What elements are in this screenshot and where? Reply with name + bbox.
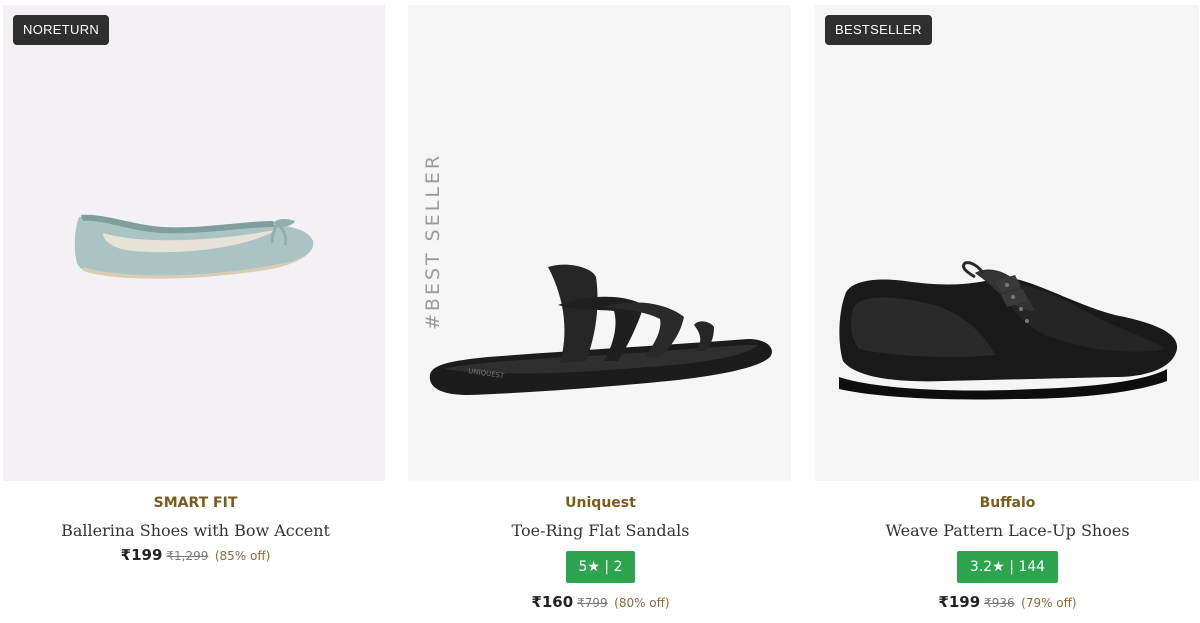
ballerina-shoe-icon — [74, 214, 314, 279]
product-image[interactable]: UNIQUEST #BEST SELLER — [408, 5, 791, 481]
discount-text: (85% off) — [214, 549, 271, 563]
selling-price: ₹199 — [938, 593, 981, 611]
mrp-price: ₹1,299 — [166, 549, 209, 563]
selling-price: ₹160 — [531, 593, 574, 611]
rating-badge: 3.2★ | 144 — [956, 551, 1059, 583]
product-price: ₹199 ₹1,299 (85% off) — [3, 546, 388, 564]
best-seller-watermark: #BEST SELLER — [422, 152, 444, 330]
product-brand: Buffalo — [979, 495, 1036, 511]
product-card[interactable]: BESTSELLER Buffalo Weave Pattern Lace-Up… — [815, 0, 1200, 623]
discount-text: (80% off) — [614, 596, 670, 610]
product-name[interactable]: Toe-Ring Flat Sandals — [408, 516, 793, 546]
product-info: SMART FIT Ballerina Shoes with Bow Accen… — [3, 492, 388, 564]
rating-badge: 5★ | 2 — [565, 551, 636, 583]
selling-price: ₹199 — [120, 546, 163, 564]
product-price: ₹160 ₹799 (80% off) — [408, 593, 793, 611]
toe-ring-sandal-icon: UNIQUEST — [429, 264, 772, 395]
product-grid: NORETURN SMART FIT Ballerina Shoes with … — [0, 0, 1200, 623]
product-card[interactable]: UNIQUEST #BEST SELLER Uniquest Toe-Ring … — [408, 0, 793, 623]
product-name[interactable]: Weave Pattern Lace-Up Shoes — [815, 516, 1200, 546]
mrp-price: ₹799 — [577, 596, 608, 610]
product-image[interactable]: NORETURN — [3, 5, 385, 481]
bestseller-badge: BESTSELLER — [825, 15, 932, 45]
discount-text: (79% off) — [1021, 596, 1077, 610]
product-brand: SMART FIT — [153, 495, 238, 511]
lace-up-shoe-icon — [839, 261, 1178, 400]
product-price: ₹199 ₹936 (79% off) — [815, 593, 1200, 611]
product-card[interactable]: NORETURN SMART FIT Ballerina Shoes with … — [3, 0, 388, 623]
product-info: Uniquest Toe-Ring Flat Sandals 5★ | 2 ₹1… — [408, 492, 793, 611]
noreturn-badge: NORETURN — [13, 15, 110, 45]
product-name[interactable]: Ballerina Shoes with Bow Accent — [3, 516, 388, 546]
mrp-price: ₹936 — [984, 596, 1015, 610]
product-image[interactable]: BESTSELLER — [815, 5, 1199, 481]
product-info: Buffalo Weave Pattern Lace-Up Shoes 3.2★… — [815, 492, 1200, 611]
product-brand: Uniquest — [565, 495, 636, 511]
